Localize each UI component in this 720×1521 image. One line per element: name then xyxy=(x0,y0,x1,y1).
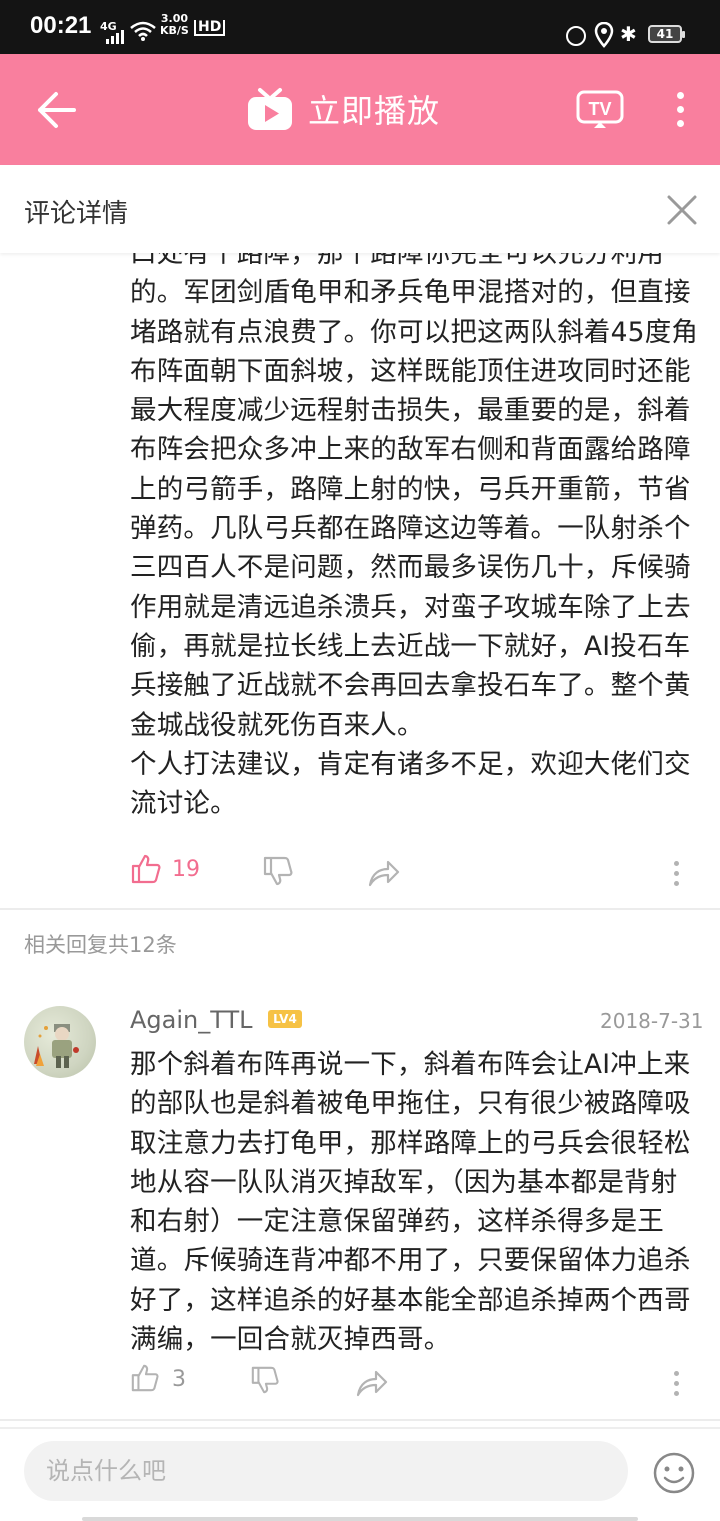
reply-more-icon[interactable] xyxy=(671,1371,681,1401)
comment-scroll-area[interactable]: 口处有个路障，那个路障你完全可以充分利用的。军团剑盾龟甲和矛兵龟甲混搭对的，但直… xyxy=(0,253,720,1427)
status-bar: 00:21 4G 3.00 KB/S HD ✱ 41 xyxy=(0,0,720,54)
divider xyxy=(0,1419,720,1421)
reply-date: 2018-7-31 xyxy=(600,1009,704,1033)
like-icon[interactable] xyxy=(130,1363,160,1393)
like-icon[interactable] xyxy=(130,853,162,885)
status-time: 00:21 xyxy=(30,12,92,39)
emoji-icon[interactable] xyxy=(652,1451,696,1495)
main-comment-more-icon[interactable] xyxy=(671,861,681,891)
reply-like-count: 3 xyxy=(172,1367,186,1392)
close-icon[interactable] xyxy=(664,192,700,228)
hd-badge: HD xyxy=(194,20,226,36)
main-comment-actions: 19 xyxy=(0,849,720,899)
level-badge: LV4 xyxy=(268,1010,302,1028)
app-bar-title: 立即播放 xyxy=(308,92,441,130)
share-icon[interactable] xyxy=(356,1369,388,1397)
svg-text:TV: TV xyxy=(588,99,611,119)
sheet-title: 评论详情 xyxy=(24,199,129,229)
comment-detail-header: 评论详情 xyxy=(0,165,720,253)
more-vertical-icon[interactable] xyxy=(668,88,692,132)
comment-input[interactable] xyxy=(24,1441,628,1501)
wifi-icon xyxy=(130,21,156,41)
avatar[interactable] xyxy=(24,1006,96,1078)
tv-logo-icon xyxy=(248,88,292,130)
reply-text: 那个斜着布阵再说一下，斜着布阵会让AI冲上来的部队也是斜着被龟甲拖住，只有很少被… xyxy=(130,1049,691,1356)
divider xyxy=(0,908,720,910)
bluetooth-icon: ✱ xyxy=(620,22,637,46)
home-indicator xyxy=(82,1517,638,1521)
dislike-icon[interactable] xyxy=(262,855,294,887)
share-icon[interactable] xyxy=(368,859,400,887)
main-like-count: 19 xyxy=(172,857,200,882)
back-arrow-icon[interactable] xyxy=(34,88,78,132)
battery-indicator: 41 xyxy=(648,25,685,43)
dislike-icon[interactable] xyxy=(250,1365,280,1395)
main-comment-text: 口处有个路障，那个路障你完全可以充分利用的。军团剑盾龟甲和矛兵龟甲混搭对的，但直… xyxy=(130,253,699,820)
app-bar: 立即播放 TV xyxy=(0,54,720,165)
location-icon xyxy=(594,22,614,48)
rotation-lock-icon xyxy=(566,26,586,46)
cast-tv-icon[interactable]: TV xyxy=(576,90,624,130)
comment-input-bar xyxy=(0,1427,720,1521)
related-replies-count: 相关回复共12条 xyxy=(24,933,177,957)
reply-actions: 3 xyxy=(0,1359,720,1409)
network-speed: 3.00 KB/S xyxy=(160,12,189,37)
reply-username[interactable]: Again_TTL xyxy=(130,1006,253,1034)
signal-icon xyxy=(106,28,124,44)
